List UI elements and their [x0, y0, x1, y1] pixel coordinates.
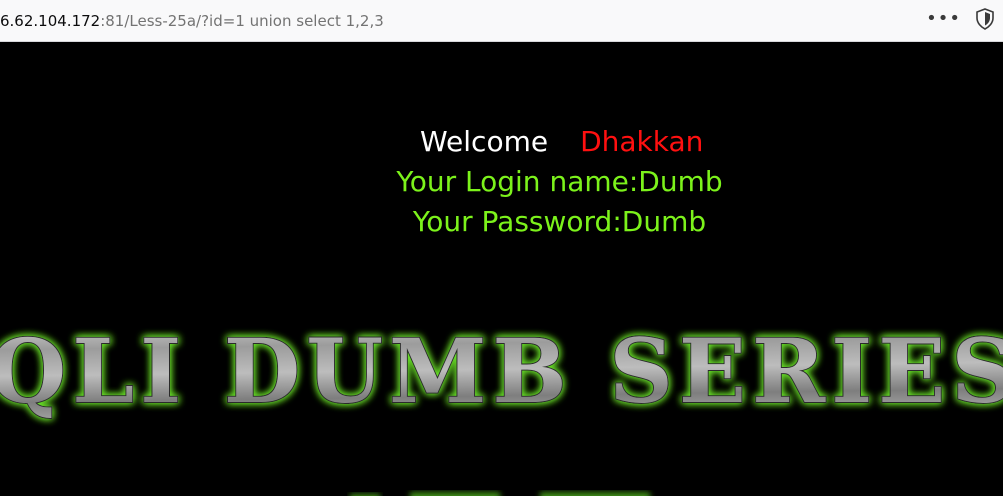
url-host: 6.62.104.172 — [0, 12, 101, 30]
welcome-line: Welcome Dhakkan — [420, 124, 703, 160]
url-field[interactable]: 6.62.104.172:81/Less-25a/?id=1 union sel… — [0, 12, 384, 30]
user-name: Dhakkan — [580, 125, 704, 158]
login-name-line: Your Login name:Dumb — [396, 165, 723, 198]
page-content: Welcome Dhakkan Your Login name:Dumb Your… — [0, 42, 1003, 496]
url-actions: ••• — [926, 8, 995, 30]
password-line: Your Password:Dumb — [412, 205, 707, 238]
banner-text: SQLI DUMB SERIES — [0, 319, 1003, 423]
url-path: :81/Less-25a/?id=1 union select 1,2,3 — [100, 12, 384, 30]
welcome-label: Welcome — [420, 125, 549, 158]
banner-second-line-glow — [350, 492, 650, 496]
shield-icon[interactable] — [975, 8, 995, 30]
page-actions-more-icon[interactable]: ••• — [926, 8, 961, 30]
address-bar: 6.62.104.172:81/Less-25a/?id=1 union sel… — [0, 0, 1003, 42]
sqli-dumb-series-banner: SQLI DUMB SERIES — [0, 318, 1003, 424]
